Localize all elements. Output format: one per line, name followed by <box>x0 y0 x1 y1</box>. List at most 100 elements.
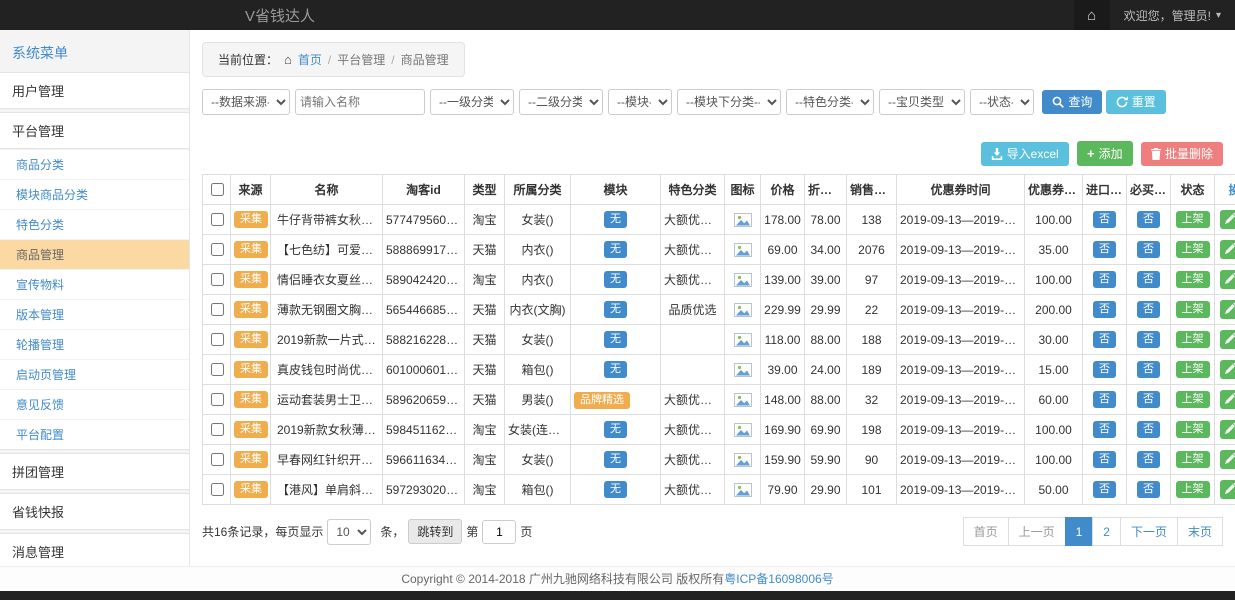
status-badge[interactable]: 上架 <box>1176 421 1210 438</box>
item-type-select[interactable]: --宝贝类型-- <box>879 89 965 115</box>
status-badge[interactable]: 上架 <box>1176 451 1210 468</box>
row-checkbox[interactable] <box>211 243 224 256</box>
row-checkbox[interactable] <box>211 393 224 406</box>
select-all-checkbox[interactable] <box>211 183 224 196</box>
row-checkbox[interactable] <box>211 303 224 316</box>
breadcrumb-home-link[interactable]: 首页 <box>298 51 322 68</box>
must_buy-badge[interactable]: 否 <box>1137 481 1160 498</box>
pager-first[interactable]: 首页 <box>963 517 1009 546</box>
cell-status: 上架 <box>1171 295 1215 325</box>
row-checkbox[interactable] <box>211 483 224 496</box>
pager-page-2[interactable]: 2 <box>1092 517 1121 546</box>
status-badge[interactable]: 上架 <box>1176 391 1210 408</box>
user-menu[interactable]: 欢迎您，管理员! ▾ <box>1110 7 1235 24</box>
edit-button[interactable] <box>1220 480 1235 499</box>
imported-badge[interactable]: 否 <box>1093 331 1116 348</box>
edit-button[interactable] <box>1220 360 1235 379</box>
imported-badge[interactable]: 否 <box>1093 391 1116 408</box>
sidebar-item-特色分类[interactable]: 特色分类 <box>0 209 189 239</box>
module-select[interactable]: --模块-- <box>608 89 672 115</box>
imported-badge[interactable]: 否 <box>1093 421 1116 438</box>
status-badge[interactable]: 上架 <box>1176 241 1210 258</box>
pager-page-1[interactable]: 1 <box>1065 517 1094 546</box>
sidebar-item-启动页管理[interactable]: 启动页管理 <box>0 359 189 389</box>
sidebar-item-意见反馈[interactable]: 意见反馈 <box>0 389 189 419</box>
module-badge: 无 <box>604 271 627 288</box>
special-category-select[interactable]: --特色分类-- <box>786 89 874 115</box>
name-input[interactable] <box>295 89 425 115</box>
sidebar-item-轮播管理[interactable]: 轮播管理 <box>0 329 189 359</box>
per-page-select[interactable]: 10 <box>327 519 371 545</box>
imported-badge[interactable]: 否 <box>1093 361 1116 378</box>
add-button[interactable]: + 添加 <box>1077 141 1133 166</box>
status-badge[interactable]: 上架 <box>1176 301 1210 318</box>
pager-next[interactable]: 下一页 <box>1120 517 1178 546</box>
jump-button[interactable]: 跳转到 <box>408 519 462 544</box>
status-select[interactable]: --状态-- <box>970 89 1034 115</box>
must_buy-badge[interactable]: 否 <box>1137 331 1160 348</box>
must_buy-badge[interactable]: 否 <box>1137 301 1160 318</box>
sidebar-group-拼团管理[interactable]: 拼团管理 <box>0 453 189 490</box>
row-checkbox[interactable] <box>211 363 224 376</box>
sidebar-group-平台管理[interactable]: 平台管理 <box>0 112 189 149</box>
status-badge[interactable]: 上架 <box>1176 481 1210 498</box>
category-level1-select[interactable]: --一级分类-- <box>430 89 514 115</box>
module-sub-select[interactable]: --模块下分类-- <box>677 89 781 115</box>
sidebar-item-版本管理[interactable]: 版本管理 <box>0 299 189 329</box>
edit-button[interactable] <box>1220 300 1235 319</box>
row-checkbox[interactable] <box>211 453 224 466</box>
sidebar-group-用户管理[interactable]: 用户管理 <box>0 72 189 109</box>
cell-name: 2019新款一片式系... <box>271 325 383 355</box>
cell-icon <box>725 445 761 475</box>
must_buy-badge[interactable]: 否 <box>1137 451 1160 468</box>
sidebar-group-省钱快报[interactable]: 省钱快报 <box>0 493 189 530</box>
row-checkbox[interactable] <box>211 333 224 346</box>
status-badge[interactable]: 上架 <box>1176 271 1210 288</box>
sidebar-item-商品分类[interactable]: 商品分类 <box>0 149 189 179</box>
imported-badge[interactable]: 否 <box>1093 211 1116 228</box>
row-checkbox[interactable] <box>211 273 224 286</box>
pager-prev[interactable]: 上一页 <box>1008 517 1066 546</box>
sidebar-item-宣传物料[interactable]: 宣传物料 <box>0 269 189 299</box>
edit-button[interactable] <box>1220 330 1235 349</box>
must_buy-badge[interactable]: 否 <box>1137 421 1160 438</box>
imported-badge[interactable]: 否 <box>1093 451 1116 468</box>
sidebar-item-模块商品分类[interactable]: 模块商品分类 <box>0 179 189 209</box>
imported-badge[interactable]: 否 <box>1093 271 1116 288</box>
footer: Copyright © 2014-2018 广州九驰网络科技有限公司 版权所有粤… <box>0 566 1235 591</box>
batch-delete-button[interactable]: 批量删除 <box>1141 142 1223 166</box>
icp-link[interactable]: 粤ICP备16098006号 <box>724 572 833 586</box>
must_buy-badge[interactable]: 否 <box>1137 361 1160 378</box>
jump-pre-label: 第 <box>466 523 478 540</box>
data-source-select[interactable]: --数据来源-- <box>202 89 290 115</box>
edit-button[interactable] <box>1220 240 1235 259</box>
edit-button[interactable] <box>1220 210 1235 229</box>
must_buy-badge[interactable]: 否 <box>1137 391 1160 408</box>
category-level2-select[interactable]: --二级分类-- <box>519 89 603 115</box>
search-button[interactable]: 查询 <box>1042 90 1102 114</box>
sidebar-item-商品管理[interactable]: 商品管理 <box>0 239 189 269</box>
must_buy-badge[interactable]: 否 <box>1137 211 1160 228</box>
must_buy-badge[interactable]: 否 <box>1137 271 1160 288</box>
sidebar-group-消息管理[interactable]: 消息管理 <box>0 533 189 566</box>
imported-badge[interactable]: 否 <box>1093 481 1116 498</box>
col-header-status: 状态 <box>1171 175 1215 205</box>
edit-button[interactable] <box>1220 420 1235 439</box>
must_buy-badge[interactable]: 否 <box>1137 241 1160 258</box>
reset-button[interactable]: 重置 <box>1106 90 1166 114</box>
edit-button[interactable] <box>1220 390 1235 409</box>
status-badge[interactable]: 上架 <box>1176 331 1210 348</box>
status-badge[interactable]: 上架 <box>1176 211 1210 228</box>
edit-button[interactable] <box>1220 270 1235 289</box>
imported-badge[interactable]: 否 <box>1093 241 1116 258</box>
imported-badge[interactable]: 否 <box>1093 301 1116 318</box>
row-checkbox[interactable] <box>211 213 224 226</box>
sidebar-item-平台配置[interactable]: 平台配置 <box>0 419 189 449</box>
import-excel-button[interactable]: 导入excel <box>981 142 1069 166</box>
status-badge[interactable]: 上架 <box>1176 361 1210 378</box>
pager-last[interactable]: 末页 <box>1177 517 1223 546</box>
home-button[interactable]: ⌂ <box>1074 0 1110 30</box>
edit-button[interactable] <box>1220 450 1235 469</box>
row-checkbox[interactable] <box>211 423 224 436</box>
jump-page-input[interactable] <box>482 520 516 544</box>
